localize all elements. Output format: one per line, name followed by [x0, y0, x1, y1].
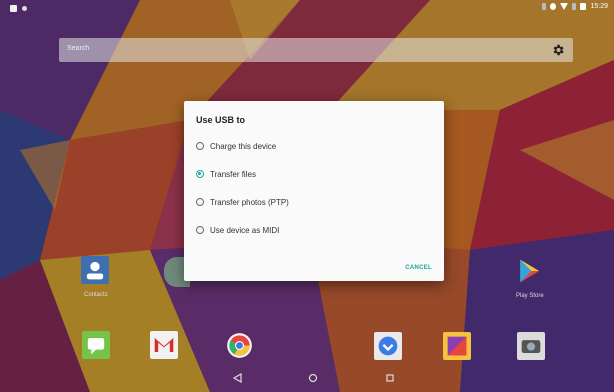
- notification-dot-icon: [22, 6, 27, 11]
- option-label: Transfer files: [210, 169, 256, 179]
- radio-midi[interactable]: [196, 226, 204, 234]
- status-time: 15:29: [590, 3, 608, 10]
- option-midi[interactable]: Use device as MIDI: [196, 222, 279, 238]
- option-charge-device[interactable]: Charge this device: [196, 138, 276, 154]
- usb-mode-dialog: Use USB to Charge this device Transfer f…: [184, 101, 444, 281]
- play-store-app-icon[interactable]: [514, 256, 544, 286]
- option-label: Charge this device: [210, 141, 277, 151]
- sync-icon: [550, 3, 557, 10]
- status-bar: 15:29: [0, 0, 614, 18]
- chrome-app-icon[interactable]: [226, 332, 253, 359]
- back-icon[interactable]: [233, 373, 243, 383]
- option-transfer-photos[interactable]: Transfer photos (PTP): [196, 194, 289, 210]
- search-bar[interactable]: Search: [59, 38, 573, 62]
- messaging-app-icon[interactable]: [82, 331, 110, 359]
- signal-icon: [572, 3, 577, 10]
- contacts-app-icon[interactable]: [81, 256, 109, 284]
- notification-icon: [10, 5, 17, 12]
- option-label: Transfer photos (PTP): [210, 197, 289, 207]
- dialog-title: Use USB to: [196, 115, 246, 125]
- home-icon[interactable]: [308, 373, 318, 383]
- downloads-app-icon[interactable]: [374, 332, 402, 360]
- battery-icon: [580, 3, 587, 10]
- cancel-button[interactable]: CANCEL: [405, 265, 432, 271]
- radio-charge-device[interactable]: [196, 142, 204, 150]
- option-label: Use device as MIDI: [210, 225, 280, 235]
- gallery-app-icon[interactable]: [443, 332, 471, 360]
- wifi-icon: [560, 3, 569, 10]
- android-home-screen: 15:29 Search Contacts Play Store Use USB…: [0, 0, 614, 392]
- search-label: Search: [67, 45, 90, 52]
- gear-icon[interactable]: [551, 43, 565, 57]
- radio-transfer-photos[interactable]: [196, 198, 204, 206]
- play-store-app-label: Play Store: [516, 293, 544, 299]
- navigation-bar: [0, 368, 614, 392]
- recents-icon[interactable]: [385, 373, 395, 383]
- gmail-app-icon[interactable]: [150, 331, 178, 359]
- option-transfer-files[interactable]: Transfer files: [196, 166, 256, 182]
- contacts-app-label: Contacts: [84, 292, 108, 298]
- usb-icon: [542, 3, 547, 10]
- camera-app-icon[interactable]: [517, 332, 545, 360]
- radio-transfer-files[interactable]: [196, 170, 204, 178]
